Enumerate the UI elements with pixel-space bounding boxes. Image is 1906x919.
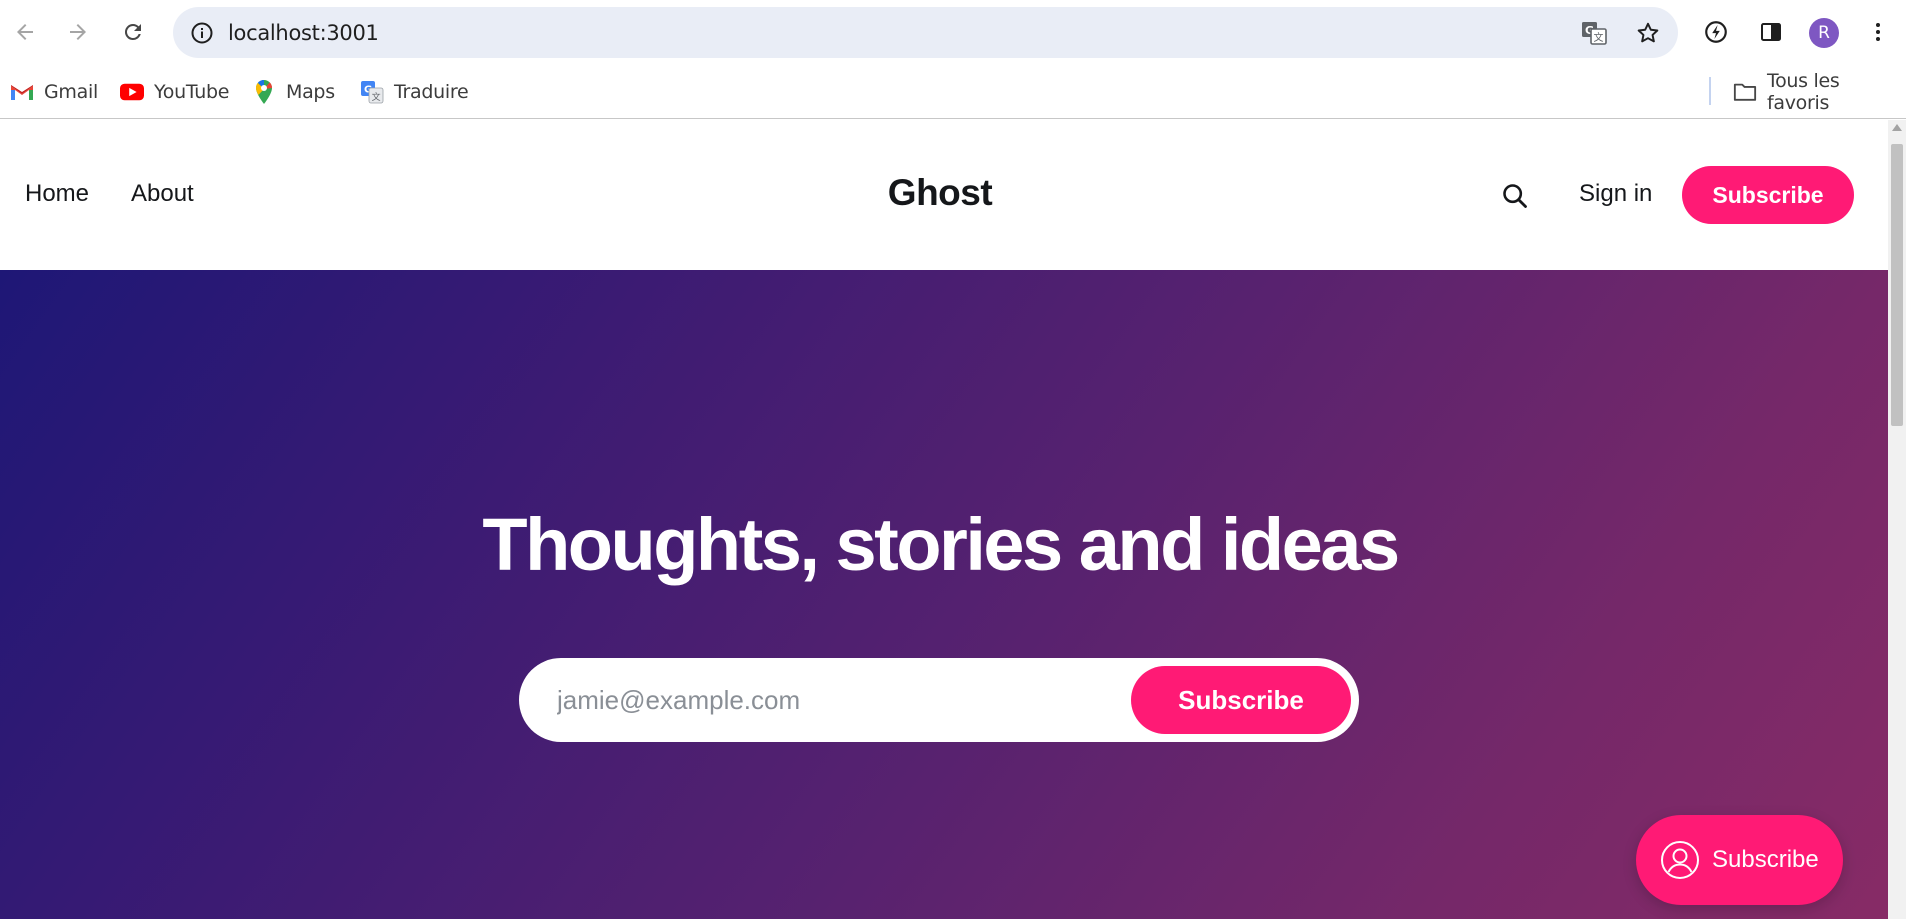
web-page: Home About Ghost Sign in Subscribe Thoug… [0, 120, 1888, 919]
svg-text:文: 文 [1594, 31, 1604, 44]
scrollbar-thumb[interactable] [1891, 144, 1903, 426]
back-button[interactable] [7, 14, 43, 50]
portal-subscribe-button[interactable]: Subscribe [1636, 815, 1843, 905]
bookmark-gmail[interactable]: Gmail [10, 77, 98, 107]
maps-icon [252, 79, 276, 104]
portal-subscribe-label: Subscribe [1712, 846, 1819, 873]
reload-button[interactable] [115, 14, 151, 50]
bookmark-label: Gmail [44, 81, 98, 103]
bookmark-star-icon[interactable] [1632, 17, 1664, 49]
browser-toolbar: localhost:3001 G文 R [0, 0, 1906, 65]
bookmark-traduire[interactable]: G文 Traduire [360, 77, 469, 107]
user-circle-icon [1660, 840, 1700, 880]
page-scrollbar[interactable] [1888, 120, 1906, 919]
forward-button[interactable] [60, 14, 96, 50]
scroll-up-arrow[interactable] [1892, 124, 1902, 131]
bookmarks-bar: Gmail YouTube Maps G文 Traduire Tous les … [0, 65, 1906, 119]
more-menu-icon[interactable] [1860, 14, 1896, 50]
svg-text:文: 文 [372, 91, 381, 103]
bookmark-label: Traduire [394, 81, 469, 103]
arrow-left-icon [17, 24, 33, 40]
sign-in-link[interactable]: Sign in [1579, 180, 1652, 208]
folder-icon [1733, 80, 1757, 104]
page-translate-icon[interactable]: G文 [1578, 17, 1610, 49]
hero-subscribe-button[interactable]: Subscribe [1131, 666, 1351, 734]
search-icon [1503, 184, 1527, 208]
gmail-icon [10, 80, 34, 104]
address-bar[interactable]: localhost:3001 G文 [173, 7, 1678, 58]
all-bookmarks-label: Tous les favoris [1767, 70, 1840, 114]
search-button[interactable] [1498, 179, 1532, 213]
bookmark-youtube[interactable]: YouTube [120, 77, 229, 107]
performance-icon[interactable] [1698, 14, 1734, 50]
bookmark-label: YouTube [154, 81, 230, 103]
bookmark-label: Maps [286, 81, 335, 103]
hero-subscribe-form: Subscribe [519, 658, 1359, 742]
site-info-icon[interactable] [185, 16, 219, 50]
youtube-icon [120, 80, 144, 104]
url-text[interactable]: localhost:3001 [228, 21, 379, 45]
arrow-right-icon [70, 24, 86, 40]
bookmarks-separator [1709, 77, 1711, 105]
all-bookmarks-button[interactable]: Tous les favoris [1733, 70, 1906, 114]
header-subscribe-button[interactable]: Subscribe [1682, 166, 1854, 224]
profile-avatar[interactable]: R [1809, 18, 1839, 48]
hero-title: Thoughts, stories and ideas [482, 503, 1400, 586]
bookmark-maps[interactable]: Maps [252, 77, 335, 107]
site-header: Home About Ghost Sign in Subscribe [0, 120, 1888, 270]
profile-initial: R [1818, 23, 1830, 43]
side-panel-icon[interactable] [1753, 14, 1789, 50]
hero-section: Thoughts, stories and ideas Subscribe [0, 270, 1888, 919]
reload-icon [124, 23, 141, 40]
email-input[interactable] [557, 680, 1097, 720]
translate-icon: G文 [360, 80, 384, 104]
